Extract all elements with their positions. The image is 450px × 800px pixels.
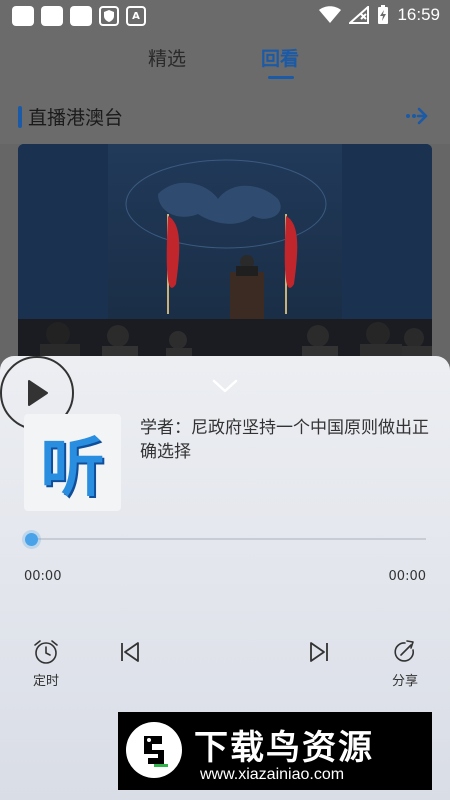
bird-logo-icon xyxy=(126,722,182,778)
album-cover: 听 xyxy=(24,414,121,511)
no-signal-icon xyxy=(349,6,370,24)
battery-charging-icon xyxy=(378,5,389,24)
app-notification-icon xyxy=(70,6,92,26)
app-notification-icon xyxy=(12,6,34,26)
previous-button[interactable] xyxy=(116,638,144,666)
share-icon xyxy=(394,640,415,662)
tab-featured[interactable]: 精选 xyxy=(148,44,186,71)
clock: 16:59 xyxy=(397,5,440,24)
track-title: 学者：尼政府坚持一个中国原则做出正确选择 xyxy=(140,418,429,462)
font-icon: A xyxy=(126,6,146,26)
progress-track[interactable] xyxy=(28,538,426,540)
status-bar: A 16:59 xyxy=(0,0,450,32)
active-tab-indicator xyxy=(268,76,294,79)
video-thumbnail[interactable] xyxy=(18,144,432,374)
shield-icon xyxy=(99,6,119,26)
more-arrow-icon[interactable] xyxy=(406,106,430,126)
cover-logo-text: 听 xyxy=(40,431,105,506)
skip-next-icon xyxy=(310,642,328,662)
total-time: 00:00 xyxy=(388,569,426,584)
section-title: 直播港澳台 xyxy=(28,107,124,129)
press-conference-image xyxy=(18,144,432,374)
current-time: 00:00 xyxy=(24,569,62,584)
skip-previous-icon xyxy=(121,642,139,662)
play-icon xyxy=(28,380,48,406)
next-button[interactable] xyxy=(305,638,333,666)
watermark-url: www.xiazainiao.com xyxy=(200,766,345,783)
timer-button[interactable]: 定时 xyxy=(24,638,68,689)
timer-label: 定时 xyxy=(32,674,59,689)
section-header: 直播港澳台 xyxy=(0,84,450,144)
app-notification-icon xyxy=(41,6,63,26)
top-tabs: 精选 回看 xyxy=(0,32,450,84)
alarm-clock-icon xyxy=(34,640,58,664)
section-accent-bar xyxy=(18,106,22,128)
wifi-icon xyxy=(319,6,342,23)
share-label: 分享 xyxy=(391,674,418,689)
notification-icons: A xyxy=(12,6,146,26)
watermark-title: 下载鸟资源 xyxy=(194,728,374,768)
chevron-down-icon[interactable] xyxy=(212,378,238,394)
progress-handle[interactable] xyxy=(25,533,38,546)
share-button[interactable]: 分享 xyxy=(383,638,427,689)
watermark-banner: 下载鸟资源 www.xiazainiao.com xyxy=(118,712,432,790)
tab-replay[interactable]: 回看 xyxy=(261,44,299,71)
